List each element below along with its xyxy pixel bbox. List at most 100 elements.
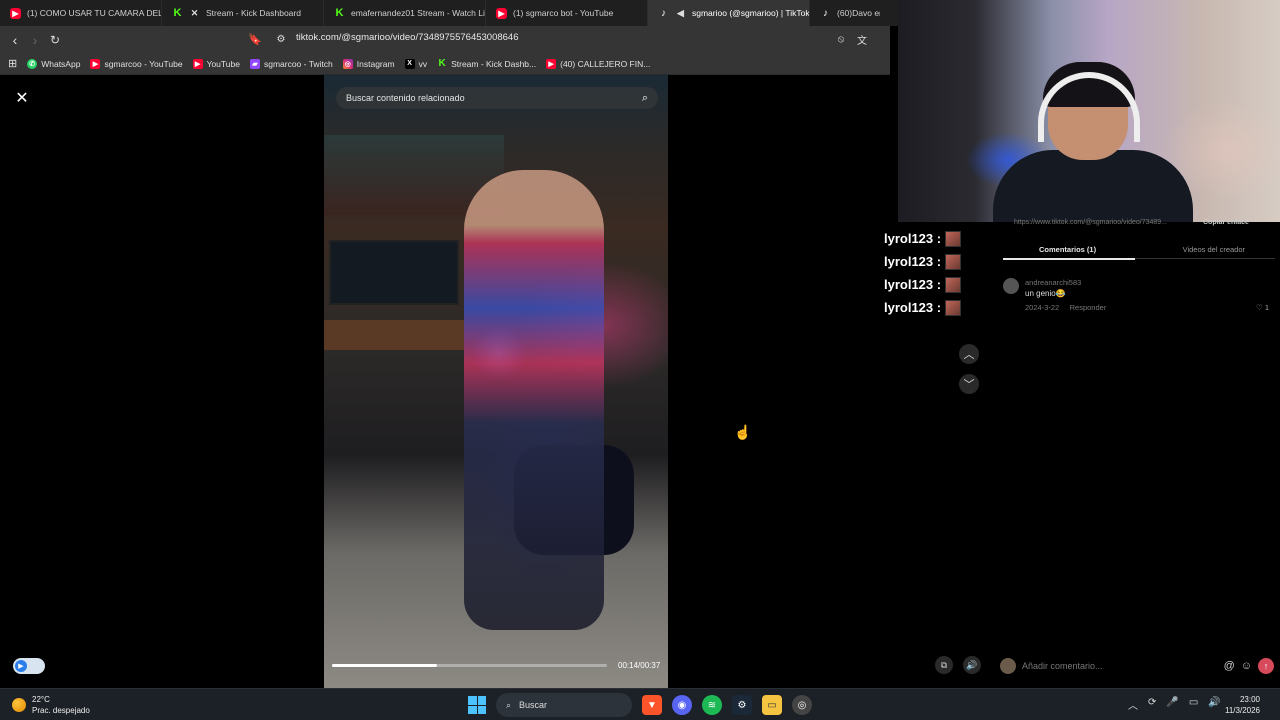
bookmark-icon[interactable]: 🔖: [245, 30, 265, 50]
bookmark-label: WhatsApp: [41, 58, 81, 69]
site-info-icon[interactable]: ⚙: [271, 30, 291, 50]
bookmark-whatsapp[interactable]: ✆ WhatsApp: [27, 58, 81, 69]
network-icon[interactable]: ▭: [1189, 697, 1198, 712]
chat-line: lyrol123 :: [884, 273, 999, 296]
search-icon: ⌕: [506, 699, 512, 710]
tab-youtube-sgmarco-bot[interactable]: ▶ (1) sgmarco bot - YouTube: [486, 0, 648, 26]
tab-title: (60)Davo en: [837, 8, 880, 18]
bookmark-label: Stream - Kick Dashb...: [451, 58, 537, 69]
muted-speaker-icon[interactable]: ✕: [189, 8, 200, 19]
previous-video-icon[interactable]: ︿: [959, 344, 979, 364]
video-progress-bar[interactable]: [332, 664, 607, 667]
sync-icon[interactable]: ⟳: [1148, 697, 1156, 712]
chat-user: lyrol123 :: [884, 254, 942, 269]
chrome-icon[interactable]: ◎: [792, 695, 812, 715]
tab-tiktok-davo[interactable]: ♪ (60)Davo en: [810, 0, 880, 26]
translate-icon[interactable]: 文: [852, 30, 872, 50]
bookmark-kick[interactable]: K Stream - Kick Dashb...: [437, 58, 537, 69]
address-bar[interactable]: tiktok.com/@sgmarioo/video/7348975576453…: [296, 32, 519, 43]
bookmark-callejero[interactable]: ▶ (40) CALLEJERO FIN...: [546, 58, 651, 69]
weather-widget[interactable]: 22°C Prac. despejado: [12, 694, 90, 716]
tab-tiktok-sgmarioo[interactable]: ♪ ◀ sgmarioo (@sgmarioo) | TikTok ✕: [648, 0, 810, 26]
file-explorer-icon[interactable]: ▭: [762, 695, 782, 715]
bookmark-vv[interactable]: Xvv: [404, 58, 427, 69]
tab-title: (1) COMO USAR TU CAMARA DEL CE: [27, 8, 162, 18]
send-comment-button[interactable]: ↑: [1258, 658, 1274, 674]
search-icon[interactable]: ⌕: [642, 92, 648, 105]
spotify-icon[interactable]: ≋: [702, 695, 722, 715]
next-video-icon[interactable]: ﹀: [959, 374, 979, 394]
reload-icon[interactable]: ↻: [45, 30, 65, 50]
steam-icon[interactable]: ⚙: [732, 695, 752, 715]
apps-icon[interactable]: ⊞: [8, 57, 17, 70]
start-button[interactable]: [468, 696, 486, 714]
chat-line: lyrol123 :: [884, 227, 999, 250]
kick-icon: K: [438, 58, 446, 69]
comment-input-bar: Añadir comentario... @ ☺ ↑: [998, 655, 1280, 677]
picture-in-picture-icon[interactable]: ⧉: [935, 656, 953, 674]
tab-kick-dashboard[interactable]: K ✕ Stream - Kick Dashboard: [162, 0, 324, 26]
weather-condition: Prac. despejado: [32, 706, 90, 715]
chat-user: lyrol123 :: [884, 300, 942, 315]
tab-kick-emafernandez[interactable]: K emafernandez01 Stream - Watch Live: [324, 0, 486, 26]
copy-link-button[interactable]: Copiar enlace: [1203, 219, 1249, 226]
close-icon[interactable]: ✕: [12, 88, 32, 108]
taskbar-search[interactable]: ⌕ Buscar: [496, 693, 632, 717]
stream-chat-overlay: lyrol123 : lyrol123 : lyrol123 : lyrol12…: [884, 227, 999, 319]
comments-panel: Comentarios (1) Videos del creador andre…: [1003, 240, 1275, 320]
kick-icon: K: [335, 7, 344, 19]
comment-likes[interactable]: ♡ 1: [1256, 303, 1269, 312]
tab-creator-videos[interactable]: Videos del creador: [1183, 245, 1245, 254]
speaker-icon[interactable]: ◀: [675, 8, 686, 19]
active-tab-indicator: [1003, 258, 1135, 260]
video-frame-person: [464, 170, 604, 630]
bookmark-label: (40) CALLEJERO FIN...: [560, 58, 651, 69]
twitch-icon: ▰: [249, 58, 260, 69]
avatar[interactable]: [1003, 278, 1019, 294]
bookmark-sgmarcoo-youtube[interactable]: ▶ sgmarcoo - YouTube: [90, 58, 183, 69]
back-icon[interactable]: ‹: [5, 30, 25, 50]
tab-title: (1) sgmarco bot - YouTube: [513, 8, 614, 18]
x-icon: X: [404, 58, 415, 69]
bookmark-youtube[interactable]: ▶ YouTube: [192, 58, 240, 69]
video-frame-desk: [324, 320, 464, 350]
weather-temp: 22°C: [32, 695, 50, 704]
eye-off-icon[interactable]: ⦸: [831, 30, 851, 50]
microphone-icon[interactable]: 🎤: [1166, 697, 1178, 712]
tiktok-video-page: ✕ ︿ ﹀: [0, 75, 979, 688]
bookmark-twitch[interactable]: ▰ sgmarcoo - Twitch: [249, 58, 333, 69]
related-search-input[interactable]: Buscar contenido relacionado ⌕: [336, 87, 658, 109]
tab-title: Stream - Kick Dashboard: [206, 8, 301, 18]
whatsapp-icon: ✆: [27, 58, 38, 69]
webcam-body: [993, 150, 1193, 222]
chat-emote-icon: [945, 276, 962, 293]
chat-line: lyrol123 :: [884, 296, 999, 319]
navigation-bar: ‹ › ↻ 🔖 ⚙ tiktok.com/@sgmarioo/video/734…: [0, 26, 890, 53]
tab-youtube-camera[interactable]: ▶ (1) COMO USAR TU CAMARA DEL CE: [0, 0, 162, 26]
tab-comments[interactable]: Comentarios (1): [1039, 245, 1096, 254]
related-search-placeholder: Buscar contenido relacionado: [346, 93, 465, 103]
system-tray: ︿ ⟳ 🎤 ▭ 🔊: [1128, 697, 1221, 712]
floating-widget[interactable]: ▶: [13, 658, 45, 674]
like-count: 1: [1264, 303, 1269, 312]
mention-icon[interactable]: @: [1224, 660, 1235, 672]
discord-icon[interactable]: ◉: [672, 695, 692, 715]
reply-button[interactable]: Responder: [1070, 303, 1107, 312]
speaker-icon[interactable]: 🔊: [1208, 697, 1220, 712]
video-frame-monitor: [329, 240, 459, 305]
comment-date: 2024-3-22: [1025, 303, 1060, 312]
bookmark-instagram[interactable]: ◎ Instagram: [342, 58, 395, 69]
chevron-up-icon[interactable]: ︿: [1128, 697, 1138, 712]
volume-icon[interactable]: 🔊: [963, 656, 981, 674]
add-comment-input[interactable]: Añadir comentario...: [1022, 661, 1218, 671]
brave-icon[interactable]: ▼: [642, 695, 662, 715]
taskbar-clock[interactable]: 23:00 11/3/2026: [1225, 694, 1260, 716]
bookmarks-bar: ⊞ ✆ WhatsApp ▶ sgmarcoo - YouTube ▶ YouTube…: [0, 53, 890, 75]
chat-emote-icon: [945, 253, 962, 270]
emoji-icon[interactable]: ☺: [1241, 660, 1252, 672]
video-player[interactable]: [324, 75, 668, 688]
comment-username[interactable]: andreanarchi583: [1025, 278, 1275, 287]
taskbar-apps: ⌕ Buscar ▼ ◉ ≋ ⚙ ▭ ◎: [468, 693, 812, 717]
bookmark-label: sgmarcoo - Twitch: [263, 58, 333, 69]
forward-icon[interactable]: ›: [25, 30, 45, 50]
